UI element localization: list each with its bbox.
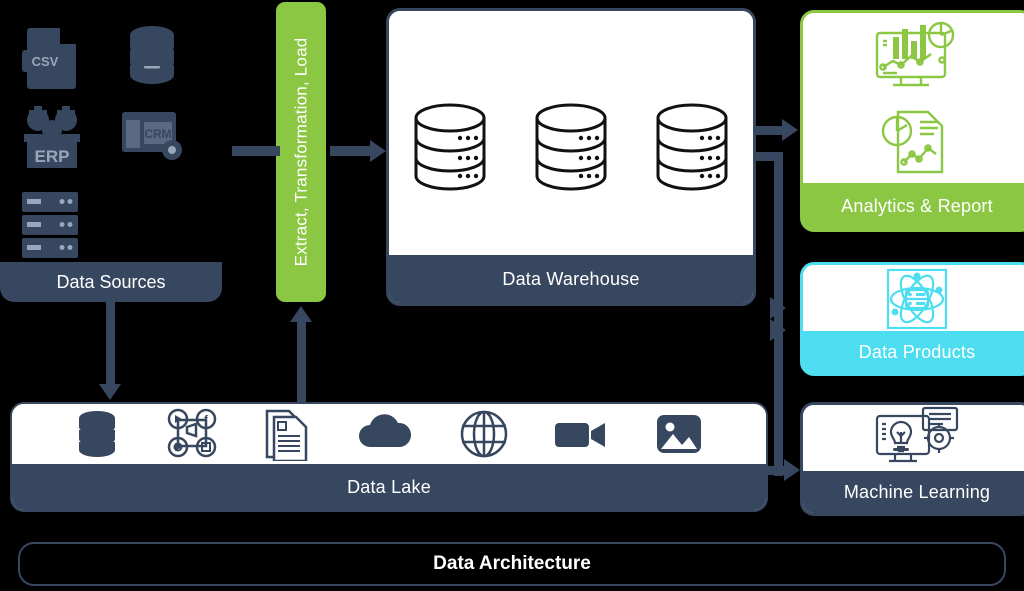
data-lake-label: Data Lake	[12, 464, 766, 510]
dashboard-monitor-icon	[871, 19, 963, 100]
machine-learning-label: Machine Learning	[803, 471, 1024, 513]
connector-sources-to-lake-line	[106, 302, 115, 386]
connector-sources-to-lake-arrow	[99, 384, 121, 400]
data-sources-label: Data Sources	[0, 262, 222, 302]
etl-label: Extract, Transformation, Load	[291, 37, 311, 267]
data-products-label: Data Products	[803, 331, 1024, 373]
data-lake-panel: f Data Lake	[10, 402, 768, 512]
connector-lake-to-etl-arrow	[290, 306, 312, 322]
data-warehouse-panel: Data Warehouse	[386, 8, 756, 306]
documents-icon	[263, 407, 311, 466]
etl-bar: Extract, Transformation, Load	[276, 2, 326, 302]
video-camera-icon	[553, 414, 609, 459]
connector-lake-to-etl-line	[297, 322, 306, 402]
connector-etl-to-warehouse-arrow	[370, 140, 386, 162]
crm-icon: CRM	[120, 108, 190, 173]
database-cylinder-icon	[406, 101, 494, 198]
database-icon	[74, 409, 120, 464]
database-cylinder-icon	[527, 101, 615, 198]
atom-server-icon	[886, 268, 948, 335]
connector-sources-to-etl	[232, 146, 280, 156]
machine-learning-card[interactable]: Machine Learning	[800, 402, 1024, 516]
cloud-icon	[356, 413, 414, 460]
ml-monitor-lightbulb-gear-icon	[871, 406, 963, 477]
report-document-icon	[880, 106, 954, 183]
erp-icon: ERP	[16, 104, 88, 177]
globe-icon	[459, 409, 509, 464]
connector-trunk-to-products-arrow-2	[770, 319, 786, 341]
data-architecture-bar: Data Architecture	[18, 542, 1006, 586]
analytics-report-label: Analytics & Report	[803, 183, 1024, 229]
connector-trunk-to-products-arrow-1	[770, 297, 786, 319]
data-warehouse-label: Data Warehouse	[389, 255, 753, 303]
database-cylinder-icon	[648, 101, 736, 198]
data-architecture-title: Data Architecture	[433, 553, 591, 574]
svg-text:f: f	[204, 414, 208, 426]
image-icon	[654, 411, 704, 462]
social-media-icon: f	[165, 408, 219, 465]
data-architecture-diagram: CSV ERP CRM Data Sources Extract, Transf…	[0, 0, 1024, 591]
svg-text:ERP: ERP	[35, 147, 70, 166]
data-sources-label-text: Data Sources	[56, 271, 166, 292]
connector-warehouse-to-analytics-arrow	[782, 119, 798, 141]
connector-trunk-to-ml-arrow	[784, 459, 800, 481]
server-rack-icon	[18, 190, 82, 267]
connector-etl-to-warehouse-line	[330, 146, 372, 156]
database-icon	[124, 22, 180, 93]
data-products-card[interactable]: Data Products	[800, 262, 1024, 376]
csv-file-icon: CSV	[18, 22, 88, 97]
svg-text:CSV: CSV	[32, 54, 59, 69]
svg-text:CRM: CRM	[144, 127, 171, 141]
analytics-report-card[interactable]: Analytics & Report	[800, 10, 1024, 232]
